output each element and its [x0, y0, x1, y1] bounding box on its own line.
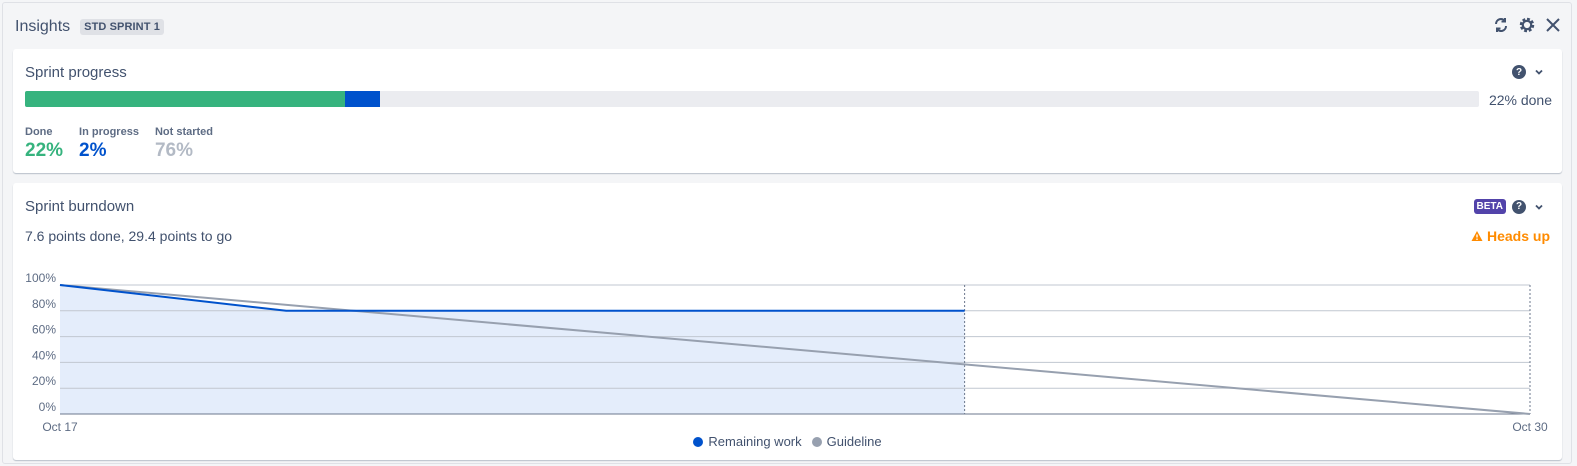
legend-dot-remaining: [693, 436, 704, 447]
burndown-legend: Remaining work Guideline: [13, 434, 1562, 449]
progress-done-segment: [25, 91, 345, 107]
stat-done: Done 22%: [25, 126, 63, 162]
sprint-progress-controls: ?: [1512, 65, 1546, 79]
gear-icon[interactable]: [1517, 15, 1537, 35]
progress-done-text: 22% done: [1488, 92, 1552, 108]
legend-guideline[interactable]: Guideline: [811, 434, 882, 449]
legend-guideline-label: Guideline: [826, 434, 882, 449]
stat-not-started: Not started 76%: [155, 126, 213, 162]
progress-in-progress-segment: [344, 91, 380, 107]
stat-in-progress-value: 2%: [79, 140, 107, 161]
sprint-progress-title: Sprint progress: [25, 64, 127, 81]
remaining-work-area: [60, 285, 965, 414]
stat-in-progress-label: In progress: [79, 126, 139, 138]
x-tick-label-start: Oct 17: [42, 420, 78, 433]
y-tick-label: 40%: [32, 348, 56, 362]
legend-remaining-work[interactable]: Remaining work: [693, 434, 802, 449]
insights-title: Insights: [15, 18, 71, 35]
help-icon[interactable]: ?: [1512, 65, 1526, 79]
legend-remaining-label: Remaining work: [708, 434, 802, 449]
header-actions: [1491, 15, 1563, 35]
refresh-icon[interactable]: [1491, 15, 1511, 35]
y-tick-label: 80%: [32, 297, 56, 311]
x-tick-label-end: Oct 30: [1512, 420, 1548, 433]
stat-not-started-value: 76%: [154, 140, 193, 161]
burndown-chart: 0% 20% 40% 60% 80% 100% Oct 17 Oct 30: [25, 271, 1548, 433]
sprint-progress-bar: [25, 91, 1479, 107]
stat-not-started-label: Not started: [154, 126, 213, 138]
insights-header: Insights STD SPRINT 1: [15, 15, 164, 39]
y-tick-label: 100%: [25, 271, 56, 285]
sprint-burndown-card: Sprint burndown BETA ? 7.6 points done, …: [13, 183, 1562, 460]
y-tick-label: 0%: [39, 400, 57, 414]
y-tick-label: 60%: [32, 323, 56, 337]
legend-dot-guideline: [811, 436, 822, 447]
insights-panel: Insights STD SPRINT 1 Sprint progress ? …: [2, 2, 1572, 464]
stat-done-label: Done: [25, 126, 53, 138]
stat-done-value: 22%: [25, 140, 64, 161]
close-icon[interactable]: [1543, 15, 1563, 35]
stat-in-progress: In progress 2%: [79, 126, 139, 162]
y-tick-label: 20%: [32, 374, 56, 388]
progress-stats: Done 22% In progress 2% Not started 76%: [25, 126, 213, 162]
sprint-progress-card: Sprint progress ? 22% done Done 22% In p…: [13, 49, 1562, 173]
chevron-down-icon[interactable]: [1532, 65, 1546, 79]
sprint-badge: STD SPRINT 1: [80, 19, 164, 35]
